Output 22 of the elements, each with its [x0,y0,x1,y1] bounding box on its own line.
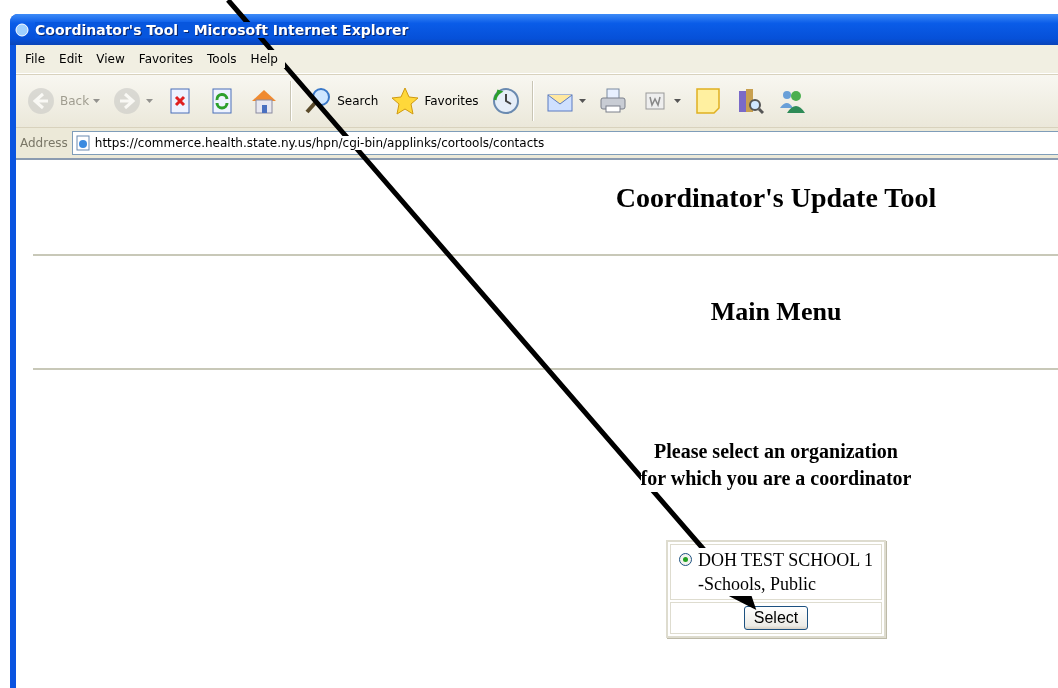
caret-icon [578,99,586,103]
caret-icon [673,99,681,103]
button-label: Favorites [424,94,479,108]
clock-icon [490,86,521,116]
button-label: Search [337,94,379,108]
page-icon [74,135,91,151]
star-icon [390,86,421,116]
select-button[interactable]: Select [743,606,809,630]
toolbar-button[interactable]: Favorites [386,79,483,123]
browser-logo-icon [14,21,30,38]
window-title: Coordinator's Tool - Microsoft Internet Explorer [35,21,409,38]
address-field[interactable]: https://commerce.health.state.ny.us/hpn/cgi-bin/applinks/cortools/contacts [71,131,1058,155]
caret-icon [93,99,101,103]
organization-type: -Schools, Public [697,572,816,596]
caret-icon [146,99,154,103]
radio-button[interactable] [678,553,692,566]
address-label: Address [20,136,68,150]
page-title: Coordinator's Update Tool [615,182,937,214]
button-label: Back [60,94,90,108]
section-heading: Main Menu [710,296,842,328]
organization-name: DOH TEST SCHOOL 1 [697,548,874,572]
printer-icon [597,86,628,116]
